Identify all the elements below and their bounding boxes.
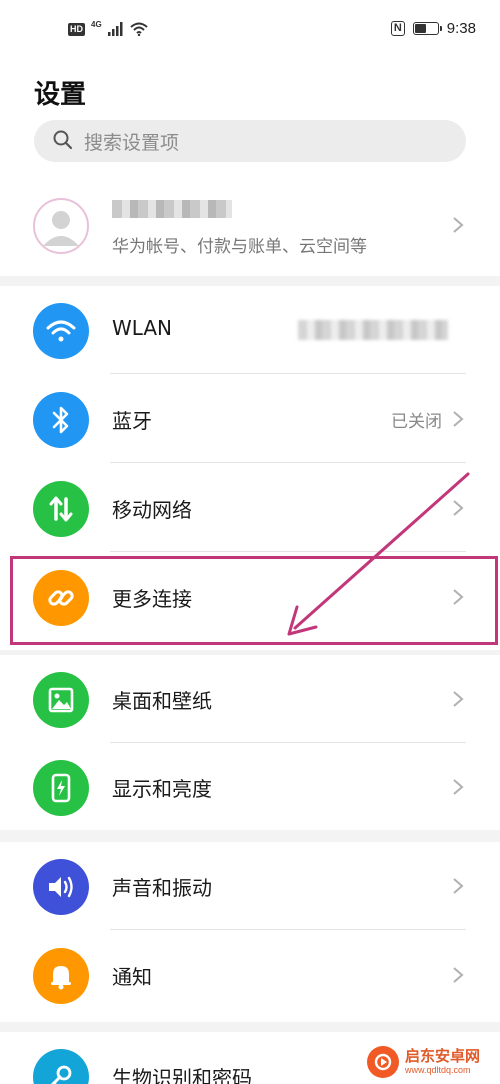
watermark-url: www.qdltdq.com: [405, 1065, 471, 1075]
watermark-title: 启东安卓网: [405, 1047, 481, 1065]
watermark: 启东安卓网 www.qdltdq.com: [367, 1046, 480, 1078]
watermark-logo-icon: [367, 1046, 399, 1078]
watermark-text: 启东安卓网 www.qdltdq.com: [405, 1048, 480, 1076]
annotation-arrow: [287, 472, 470, 636]
